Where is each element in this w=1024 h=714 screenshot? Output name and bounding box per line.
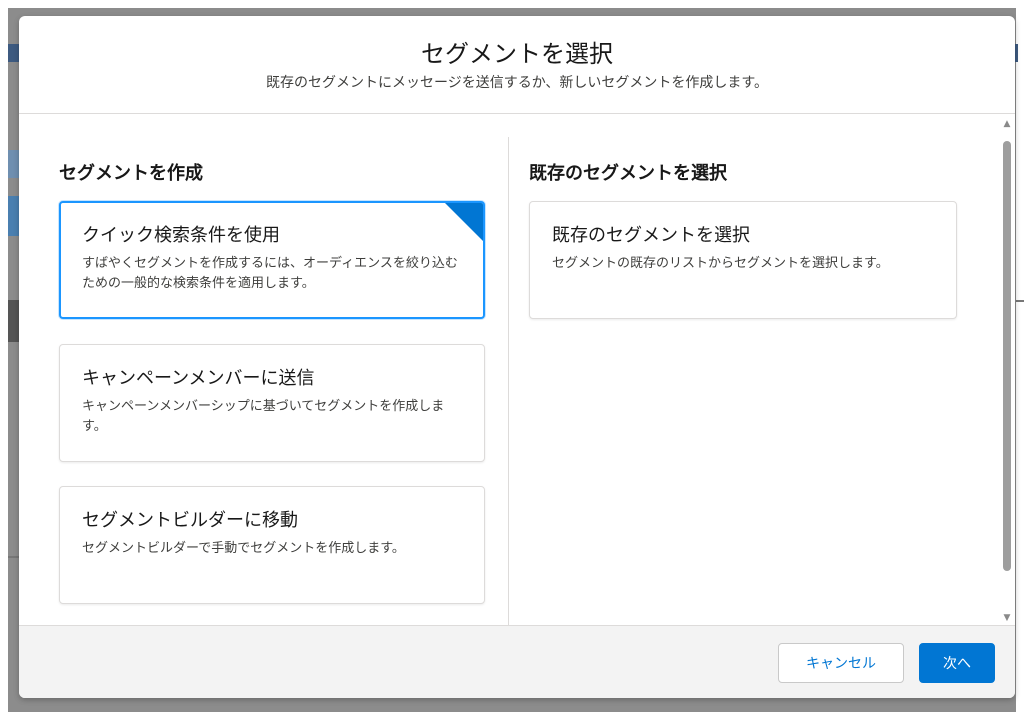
create-segment-heading: セグメントを作成 (59, 163, 203, 184)
option-description: すばやくセグメントを作成するには、オーディエンスを絞り込むための一般的な検索条件… (82, 256, 458, 291)
create-segment-column: セグメントを作成 クイック検索条件を使用 すばやくセグメントを作成するには、オー… (59, 115, 509, 625)
option-description: セグメントの既存のリストからセグメントを選択します。 (552, 256, 889, 271)
existing-segment-column: 既存のセグメントを選択 既存のセグメントを選択 セグメントの既存のリストからセグ… (529, 115, 969, 625)
existing-segment-heading: 既存のセグメントを選択 (529, 163, 727, 184)
select-segment-modal: セグメントを選択 既存のセグメントにメッセージを送信するか、新しいセグメントを作… (19, 16, 1015, 698)
option-description: キャンペーンメンバーシップに基づいてセグメントを作成します。 (82, 399, 445, 434)
scrollbar-thumb[interactable] (1003, 141, 1011, 571)
modal-subtitle: 既存のセグメントにメッセージを送信するか、新しいセグメントを作成します。 (265, 75, 769, 91)
scroll-up-arrow-icon[interactable]: ▲ (1002, 119, 1012, 129)
option-title: 既存のセグメントを選択 (552, 225, 750, 246)
option-title: クイック検索条件を使用 (82, 225, 280, 246)
modal-title: セグメントを選択 (421, 40, 613, 68)
modal-scrollbar[interactable]: ▲ ▼ (999, 119, 1015, 625)
selected-corner-icon (445, 203, 483, 241)
option-quick-filter[interactable]: クイック検索条件を使用 すばやくセグメントを作成するには、オーディエンスを絞り込… (59, 201, 485, 319)
option-title: セグメントビルダーに移動 (82, 510, 298, 531)
modal-footer: キャンセル 次へ (19, 625, 1015, 698)
option-existing-segment[interactable]: 既存のセグメントを選択 セグメントの既存のリストからセグメントを選択します。 (529, 201, 957, 319)
modal-body: セグメントを作成 クイック検索条件を使用 すばやくセグメントを作成するには、オー… (19, 115, 1015, 625)
modal-header: セグメントを選択 既存のセグメントにメッセージを送信するか、新しいセグメントを作… (19, 16, 1015, 114)
column-divider (508, 137, 509, 625)
dimmed-divider-right (1016, 300, 1024, 302)
option-campaign-members[interactable]: キャンペーンメンバーに送信 キャンペーンメンバーシップに基づいてセグメントを作成… (59, 344, 485, 462)
cancel-button[interactable]: キャンセル (778, 643, 904, 683)
scroll-down-arrow-icon[interactable]: ▼ (1002, 613, 1012, 623)
option-description: セグメントビルダーで手動でセグメントを作成します。 (82, 541, 405, 556)
option-segment-builder[interactable]: セグメントビルダーに移動 セグメントビルダーで手動でセグメントを作成します。 (59, 486, 485, 604)
next-button[interactable]: 次へ (919, 643, 995, 683)
option-title: キャンペーンメンバーに送信 (82, 368, 315, 389)
